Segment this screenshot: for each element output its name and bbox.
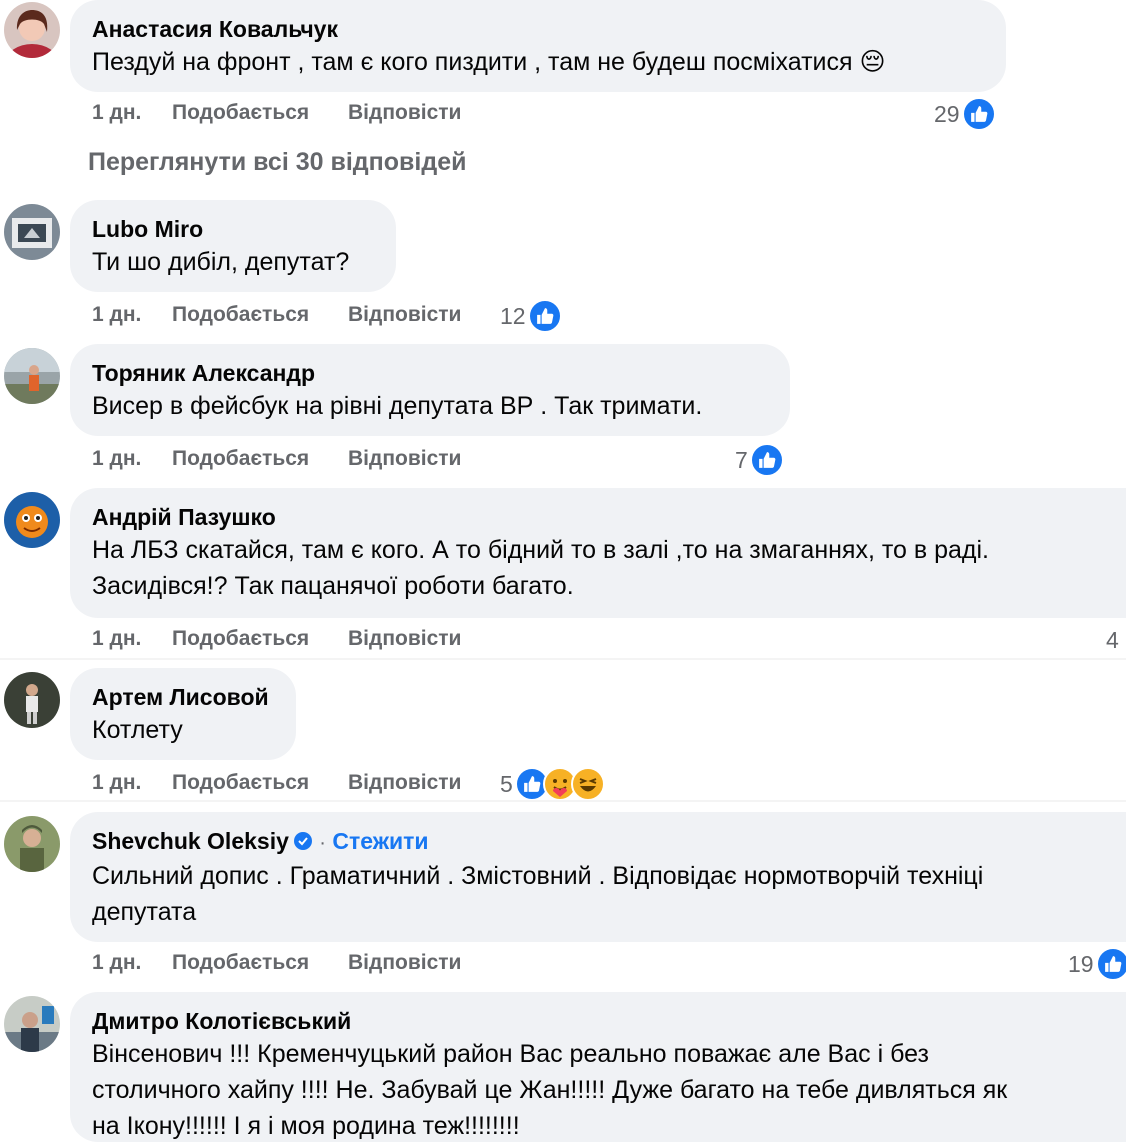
separator-dot: · xyxy=(319,832,326,854)
comment-author[interactable]: Артем Лисовой xyxy=(92,682,274,712)
comment-actions: 1 дн. Подобається Відповісти xyxy=(92,444,488,474)
comment-actions: 1 дн. Подобається Відповісти xyxy=(92,624,488,654)
avatar[interactable] xyxy=(4,348,60,404)
reply-button[interactable]: Відповісти xyxy=(348,771,488,795)
comment-bubble: Дмитро Колотієвський Вінсенович !!! Крем… xyxy=(70,992,1126,1142)
like-button[interactable]: Подобається xyxy=(172,951,348,975)
reply-button[interactable]: Відповісти xyxy=(348,627,488,651)
comment-bubble: Lubo Miro Ти шо дибіл, депутат? xyxy=(70,200,396,292)
reply-button[interactable]: Відповісти xyxy=(348,447,488,471)
comment-author-row: Shevchuk Oleksiy · Стежити xyxy=(92,826,1104,858)
comment-bubble: Андрій Пазушко На ЛБЗ скатайся, там є ко… xyxy=(70,488,1126,618)
comment-time[interactable]: 1 дн. xyxy=(92,627,172,651)
comment-text: Ти шо дибіл, депутат? xyxy=(92,248,350,276)
comment-bubble: Анастасия Ковальчук Пездуй на фронт , та… xyxy=(70,0,1006,92)
like-button[interactable]: Подобається xyxy=(172,447,348,471)
comment-actions: 1 дн. Подобається Відповісти xyxy=(92,300,488,330)
reactions-summary[interactable]: 12 xyxy=(500,298,562,334)
comment-text: Котлету xyxy=(92,716,183,744)
like-button[interactable]: Подобається xyxy=(172,101,348,125)
comment-actions: 1 дн. Подобається Відповісти xyxy=(92,948,488,978)
like-button[interactable]: Подобається xyxy=(172,627,348,651)
comment-time[interactable]: 1 дн. xyxy=(92,951,172,975)
avatar[interactable] xyxy=(4,204,60,260)
like-icon xyxy=(961,97,996,131)
verified-badge-icon xyxy=(293,828,313,850)
haha-icon xyxy=(570,767,605,801)
reply-button[interactable]: Відповісти xyxy=(348,303,488,327)
reactions-summary[interactable]: 4 xyxy=(1106,622,1121,658)
follow-button[interactable]: Стежити xyxy=(332,828,428,854)
divider xyxy=(0,658,1126,660)
reactions-count: 29 xyxy=(934,100,960,127)
comment-text: Сильний допис . Граматичний . Змістовний… xyxy=(92,862,984,926)
view-all-replies-link[interactable]: Переглянути всі 30 відповідей xyxy=(88,148,466,177)
like-icon xyxy=(749,443,784,477)
comment-actions: 1 дн. Подобається Відповісти xyxy=(92,768,488,798)
comment-time[interactable]: 1 дн. xyxy=(92,771,172,795)
reactions-count: 19 xyxy=(1068,950,1094,977)
reactions-count: 5 xyxy=(500,770,513,797)
comment-text: Висер в фейсбук на рівні депутата ВР . Т… xyxy=(92,392,703,420)
comment-text: Вінсенович !!! Кременчуцький район Вас р… xyxy=(92,1040,1008,1140)
reactions-count: 7 xyxy=(735,446,748,473)
comment-author[interactable]: Дмитро Колотієвський xyxy=(92,1006,1104,1036)
reactions-summary[interactable]: 19 xyxy=(1068,946,1126,982)
comment-bubble: Торяник Александр Висер в фейсбук на рів… xyxy=(70,344,790,436)
like-icon xyxy=(527,299,562,333)
reactions-summary[interactable]: 7 xyxy=(735,442,784,478)
reply-button[interactable]: Відповісти xyxy=(348,101,488,125)
like-icon xyxy=(1095,947,1126,981)
comment-author[interactable]: Торяник Александр xyxy=(92,358,768,388)
reactions-count: 12 xyxy=(500,302,526,329)
comment-time[interactable]: 1 дн. xyxy=(92,101,172,125)
comment-bubble: Shevchuk Oleksiy · Стежити Сильний допис… xyxy=(70,812,1126,942)
comment-time[interactable]: 1 дн. xyxy=(92,447,172,471)
reactions-summary[interactable]: 29 xyxy=(934,96,996,132)
avatar[interactable] xyxy=(4,2,60,58)
comment-bubble: Артем Лисовой Котлету xyxy=(70,668,296,760)
comment-author[interactable]: Анастасия Ковальчук xyxy=(92,14,984,44)
comment-time[interactable]: 1 дн. xyxy=(92,303,172,327)
avatar[interactable] xyxy=(4,816,60,872)
comment-author[interactable]: Lubo Miro xyxy=(92,214,374,244)
avatar[interactable] xyxy=(4,492,60,548)
like-button[interactable]: Подобається xyxy=(172,771,348,795)
divider xyxy=(0,800,1126,802)
reactions-count: 4 xyxy=(1106,626,1119,653)
like-button[interactable]: Подобається xyxy=(172,303,348,327)
comment-actions: 1 дн. Подобається Відповісти xyxy=(92,98,488,128)
avatar[interactable] xyxy=(4,672,60,728)
comment-author[interactable]: Андрій Пазушко xyxy=(92,502,1104,532)
comment-author[interactable]: Shevchuk Oleksiy xyxy=(92,828,289,854)
reactions-summary[interactable]: 5 xyxy=(500,766,605,802)
comment-text: Пездуй на фронт , там є кого пиздити , т… xyxy=(92,48,886,76)
reply-button[interactable]: Відповісти xyxy=(348,951,488,975)
avatar[interactable] xyxy=(4,996,60,1052)
comment-text: На ЛБЗ скатайся, там є кого. А то бідний… xyxy=(92,536,989,600)
